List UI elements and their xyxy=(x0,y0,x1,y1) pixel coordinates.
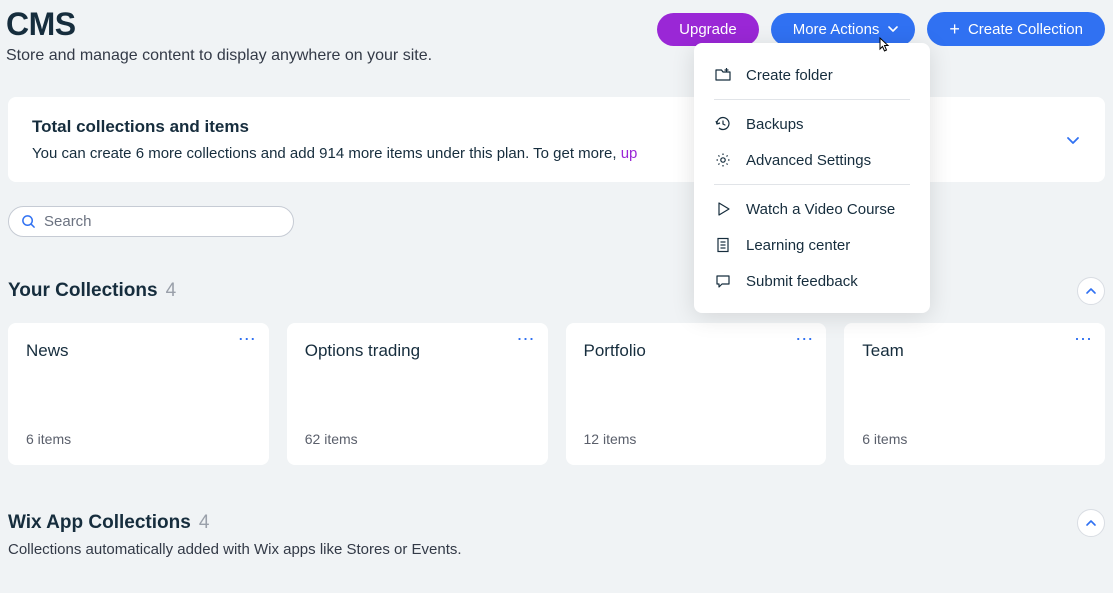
card-title: Portfolio xyxy=(584,341,809,361)
card-item-count: 6 items xyxy=(26,431,251,447)
dropdown-item-backups[interactable]: Backups xyxy=(694,106,930,142)
card-more-button[interactable]: ⋯ xyxy=(238,335,257,344)
section-title-wrap: Wix App Collections 4 xyxy=(8,512,209,534)
chevron-down-icon xyxy=(887,23,899,35)
card-title: Team xyxy=(862,341,1087,361)
collection-card[interactable]: ⋯ Options trading 62 items xyxy=(287,323,548,465)
plus-icon: + xyxy=(949,20,960,38)
banner-content: Total collections and items You can crea… xyxy=(32,117,637,162)
card-more-button[interactable]: ⋯ xyxy=(517,335,536,344)
collections-grid: ⋯ News 6 items ⋯ Options trading 62 item… xyxy=(8,323,1105,465)
your-collections-title: Your Collections xyxy=(8,280,158,302)
header-actions: Upgrade More Actions + Create Collection xyxy=(657,12,1105,46)
chevron-up-icon xyxy=(1085,517,1097,529)
upgrade-label: Upgrade xyxy=(679,21,737,38)
collapse-your-collections[interactable] xyxy=(1077,277,1105,305)
document-icon xyxy=(714,236,732,254)
section-title-wrap: Your Collections 4 xyxy=(8,280,176,302)
create-collection-button[interactable]: + Create Collection xyxy=(927,12,1105,46)
title-block: CMS Store and manage content to display … xyxy=(6,6,432,65)
collection-card[interactable]: ⋯ Team 6 items xyxy=(844,323,1105,465)
card-item-count: 62 items xyxy=(305,431,530,447)
wix-collections-title: Wix App Collections xyxy=(8,512,191,534)
dropdown-label: Backups xyxy=(746,116,804,133)
dropdown-item-learning-center[interactable]: Learning center xyxy=(694,227,930,263)
dropdown-label: Submit feedback xyxy=(746,273,858,290)
search-area xyxy=(8,206,1105,237)
create-collection-label: Create Collection xyxy=(968,21,1083,38)
page-header: CMS Store and manage content to display … xyxy=(0,0,1113,65)
wix-collections-subtitle: Collections automatically added with Wix… xyxy=(8,541,1105,558)
upgrade-link[interactable]: up xyxy=(621,145,638,162)
banner-text-prefix: You can create 6 more collections and ad… xyxy=(32,145,621,162)
gear-icon xyxy=(714,151,732,169)
dropdown-label: Advanced Settings xyxy=(746,152,871,169)
dropdown-label: Learning center xyxy=(746,237,850,254)
dropdown-label: Watch a Video Course xyxy=(746,201,895,218)
play-icon xyxy=(714,200,732,218)
upgrade-button[interactable]: Upgrade xyxy=(657,13,759,46)
card-item-count: 6 items xyxy=(862,431,1087,447)
wix-collections-count: 4 xyxy=(199,512,210,534)
banner-text: You can create 6 more collections and ad… xyxy=(32,145,637,162)
more-actions-label: More Actions xyxy=(793,21,880,38)
collection-card[interactable]: ⋯ News 6 items xyxy=(8,323,269,465)
your-collections-count: 4 xyxy=(166,280,177,302)
dropdown-item-watch-video[interactable]: Watch a Video Course xyxy=(694,191,930,227)
chat-icon xyxy=(714,272,732,290)
page-subtitle: Store and manage content to display anyw… xyxy=(6,47,432,65)
card-more-button[interactable]: ⋯ xyxy=(795,335,814,344)
search-box[interactable] xyxy=(8,206,294,237)
wix-collections-header: Wix App Collections 4 xyxy=(8,509,1105,537)
page-title: CMS xyxy=(6,6,432,43)
banner-title: Total collections and items xyxy=(32,117,637,137)
dropdown-separator xyxy=(714,184,910,185)
search-input[interactable] xyxy=(44,213,281,230)
more-actions-button[interactable]: More Actions xyxy=(771,13,916,46)
dropdown-item-submit-feedback[interactable]: Submit feedback xyxy=(694,263,930,299)
collapse-wix-collections[interactable] xyxy=(1077,509,1105,537)
search-icon xyxy=(21,214,36,229)
dropdown-item-create-folder[interactable]: Create folder xyxy=(694,57,930,93)
collection-card[interactable]: ⋯ Portfolio 12 items xyxy=(566,323,827,465)
your-collections-header: Your Collections 4 xyxy=(8,277,1105,305)
card-more-button[interactable]: ⋯ xyxy=(1074,335,1093,344)
card-item-count: 12 items xyxy=(584,431,809,447)
chevron-up-icon xyxy=(1085,285,1097,297)
usage-banner: Total collections and items You can crea… xyxy=(8,97,1105,182)
more-actions-dropdown: Create folder Backups Advanced Settings … xyxy=(694,43,930,313)
folder-plus-icon xyxy=(714,66,732,84)
dropdown-label: Create folder xyxy=(746,67,833,84)
card-title: News xyxy=(26,341,251,361)
dropdown-separator xyxy=(714,99,910,100)
banner-expand-toggle[interactable] xyxy=(1065,132,1081,148)
dropdown-item-advanced-settings[interactable]: Advanced Settings xyxy=(694,142,930,178)
card-title: Options trading xyxy=(305,341,530,361)
history-icon xyxy=(714,115,732,133)
